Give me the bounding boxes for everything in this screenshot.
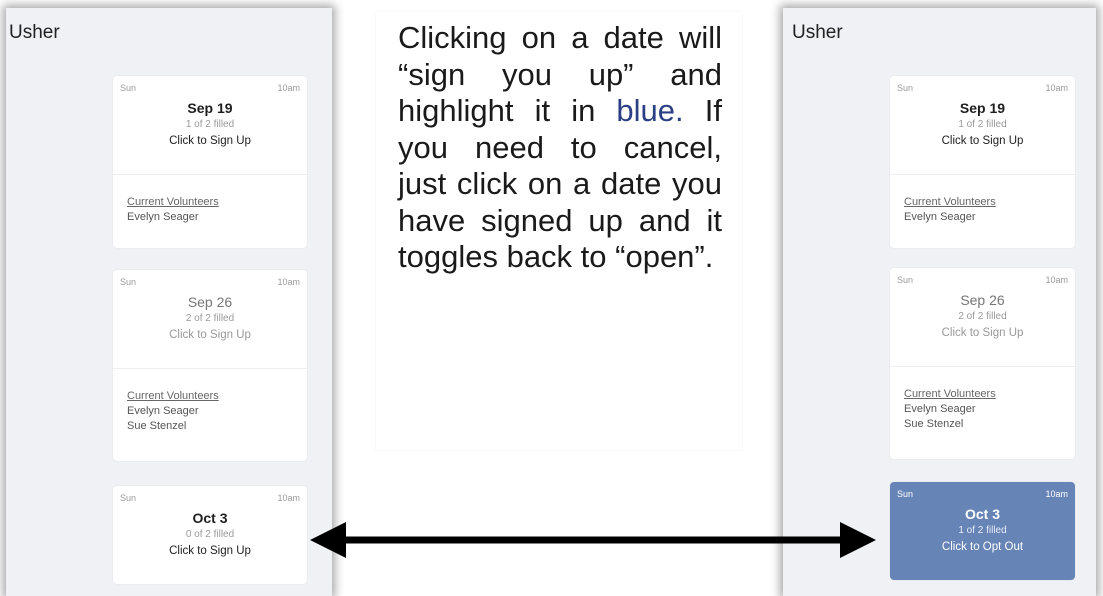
volunteer-list: Current Volunteers Evelyn Seager xyxy=(890,174,1075,248)
volunteer-name: Evelyn Seager xyxy=(904,211,976,223)
signup-card-sep-19: Sun 10am Sep 19 1 of 2 filled Click to S… xyxy=(890,76,1075,248)
slot-time: 10am xyxy=(277,277,300,287)
slot-filled-count: 1 of 2 filled xyxy=(185,119,235,130)
volunteer-name: Sue Stenzel xyxy=(904,418,964,430)
blue-highlight-word: blue. xyxy=(616,93,684,128)
volunteer-name: Sue Stenzel xyxy=(127,420,187,432)
date-slot-sep-19[interactable]: Sun 10am Sep 19 1 of 2 filled Click to S… xyxy=(113,76,307,174)
current-volunteers-link[interactable]: Current Volunteers xyxy=(904,387,1075,402)
volunteer-list: Current Volunteers Evelyn Seager xyxy=(113,174,307,248)
slot-date: Sep 19 xyxy=(959,100,1006,116)
slot-date: Sep 26 xyxy=(187,294,233,310)
sign-up-button[interactable]: Click to Sign Up xyxy=(113,544,307,558)
slot-day: Sun xyxy=(897,275,914,285)
date-slot-sep-19[interactable]: Sun 10am Sep 19 1 of 2 filled Click to S… xyxy=(890,76,1075,174)
current-volunteers-link[interactable]: Current Volunteers xyxy=(127,195,307,210)
signup-card-oct-3: Sun 10am Oct 3 0 of 2 filled Click to Si… xyxy=(113,486,307,584)
signup-card-oct-3: Sun 10am Oct 3 1 of 2 filled Click to Op… xyxy=(890,482,1075,580)
slot-filled-count: 0 of 2 filled xyxy=(185,529,235,540)
slot-day: Sun xyxy=(897,83,914,93)
opt-out-button[interactable]: Click to Opt Out xyxy=(890,540,1075,554)
current-volunteers-link[interactable]: Current Volunteers xyxy=(904,195,1075,210)
slot-date: Sep 19 xyxy=(187,100,233,116)
slot-filled-count: 1 of 2 filled xyxy=(958,119,1007,130)
right-signup-panel: Usher Sun 10am Sep 19 1 of 2 filled Clic… xyxy=(783,8,1096,596)
date-slot-oct-3-selected[interactable]: Sun 10am Oct 3 1 of 2 filled Click to Op… xyxy=(890,482,1075,580)
double-headed-arrow-icon xyxy=(310,522,876,558)
slot-date: Oct 3 xyxy=(964,506,1000,522)
slot-time: 10am xyxy=(277,83,300,93)
sign-up-button[interactable]: Click to Sign Up xyxy=(113,134,307,148)
slot-filled-count: 2 of 2 filled xyxy=(958,311,1007,322)
sign-up-button[interactable]: Click to Sign Up xyxy=(113,328,307,342)
volunteer-name: Evelyn Seager xyxy=(127,211,199,223)
slot-date: Oct 3 xyxy=(192,510,228,526)
left-signup-panel: Usher Sun 10am Sep 19 1 of 2 filled Clic… xyxy=(6,8,332,596)
sign-up-button[interactable]: Click to Sign Up xyxy=(890,134,1075,148)
slot-day: Sun xyxy=(120,277,137,287)
signup-card-sep-19: Sun 10am Sep 19 1 of 2 filled Click to S… xyxy=(113,76,307,248)
slot-time: 10am xyxy=(277,493,300,503)
slot-time: 10am xyxy=(1045,275,1068,285)
slot-filled-count: 2 of 2 filled xyxy=(185,313,235,324)
slot-date: Sep 26 xyxy=(960,292,1005,308)
date-slot-sep-26[interactable]: Sun 10am Sep 26 2 of 2 filled Click to S… xyxy=(890,268,1075,366)
volunteer-name: Evelyn Seager xyxy=(904,403,976,415)
signup-card-sep-26: Sun 10am Sep 26 2 of 2 filled Click to S… xyxy=(890,268,1075,459)
panel-title: Usher xyxy=(9,22,60,43)
volunteer-name: Evelyn Seager xyxy=(127,405,199,417)
slot-filled-count: 1 of 2 filled xyxy=(958,525,1007,536)
date-slot-oct-3[interactable]: Sun 10am Oct 3 0 of 2 filled Click to Si… xyxy=(113,486,307,584)
slot-time: 10am xyxy=(1045,83,1068,93)
date-slot-sep-26[interactable]: Sun 10am Sep 26 2 of 2 filled Click to S… xyxy=(113,270,307,368)
panel-title: Usher xyxy=(792,22,843,43)
slot-time: 10am xyxy=(1045,489,1068,499)
slot-day: Sun xyxy=(120,83,137,93)
current-volunteers-link[interactable]: Current Volunteers xyxy=(127,389,307,404)
instruction-text-box: Clicking on a date will “sign you up” an… xyxy=(376,12,742,450)
sign-up-button[interactable]: Click to Sign Up xyxy=(890,326,1075,340)
instruction-text: Clicking on a date will “sign you up” an… xyxy=(398,20,722,276)
volunteer-list: Current Volunteers Evelyn Seager Sue Ste… xyxy=(113,368,307,461)
volunteer-list: Current Volunteers Evelyn Seager Sue Ste… xyxy=(890,366,1075,459)
slot-day: Sun xyxy=(120,493,137,503)
slot-day: Sun xyxy=(897,489,914,499)
signup-card-sep-26: Sun 10am Sep 26 2 of 2 filled Click to S… xyxy=(113,270,307,461)
